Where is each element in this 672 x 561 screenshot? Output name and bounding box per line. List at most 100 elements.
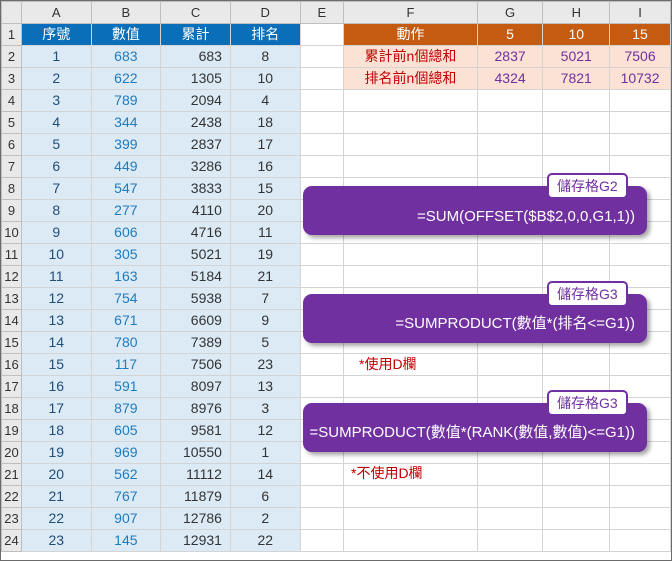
empty-cell[interactable] [343, 133, 478, 156]
table-header-cell[interactable]: 累計 [160, 23, 231, 46]
empty-cell[interactable] [542, 485, 611, 508]
table-cell[interactable]: 13 [20, 309, 92, 332]
empty-cell[interactable] [343, 529, 478, 552]
empty-cell[interactable] [299, 45, 345, 68]
table-header-cell[interactable]: 排名 [229, 23, 301, 46]
table-cell[interactable]: 1 [229, 441, 301, 464]
empty-cell[interactable] [476, 353, 544, 376]
table-cell[interactable]: 5 [20, 133, 92, 156]
empty-cell[interactable] [343, 507, 478, 530]
empty-cell[interactable] [343, 375, 478, 398]
table-cell[interactable]: 18 [229, 111, 301, 134]
table-cell[interactable]: 9581 [160, 419, 231, 442]
table-cell[interactable]: 2 [20, 67, 92, 90]
table-cell[interactable]: 277 [90, 199, 162, 222]
table-cell[interactable]: 5184 [160, 265, 231, 288]
empty-cell[interactable] [476, 89, 544, 112]
column-header-e[interactable]: E [299, 1, 345, 24]
table-cell[interactable]: 12 [20, 287, 92, 310]
table-header-cell[interactable]: 數值 [90, 23, 162, 46]
empty-cell[interactable] [476, 463, 544, 486]
table-cell[interactable]: 9 [20, 221, 92, 244]
empty-cell[interactable] [299, 155, 345, 178]
table-cell[interactable]: 907 [90, 507, 162, 530]
table-cell[interactable]: 683 [90, 45, 162, 68]
table-cell[interactable]: 2 [229, 507, 301, 530]
select-all-corner[interactable] [1, 1, 22, 24]
table-cell[interactable]: 754 [90, 287, 162, 310]
empty-cell[interactable] [299, 529, 345, 552]
summary-value-cell[interactable]: 7506 [609, 45, 671, 68]
summary-header-cell[interactable]: 15 [609, 23, 671, 46]
table-cell[interactable]: 11879 [160, 485, 231, 508]
table-header-cell[interactable]: 序號 [20, 23, 92, 46]
table-cell[interactable]: 18 [20, 419, 92, 442]
table-cell[interactable]: 11 [20, 265, 92, 288]
table-cell[interactable]: 14 [20, 331, 92, 354]
table-cell[interactable]: 12 [229, 419, 301, 442]
table-cell[interactable]: 5021 [160, 243, 231, 266]
table-cell[interactable]: 20 [20, 463, 92, 486]
empty-cell[interactable] [542, 111, 611, 134]
empty-cell[interactable] [343, 485, 478, 508]
summary-value-cell[interactable]: 4324 [476, 67, 544, 90]
empty-cell[interactable] [542, 133, 611, 156]
empty-cell[interactable] [476, 507, 544, 530]
column-header-c[interactable]: C [160, 1, 231, 24]
table-cell[interactable]: 11 [229, 221, 301, 244]
empty-cell[interactable] [609, 89, 671, 112]
table-cell[interactable]: 4110 [160, 199, 231, 222]
row-header-9[interactable]: 9 [1, 199, 22, 222]
table-cell[interactable]: 21 [229, 265, 301, 288]
table-cell[interactable]: 1 [20, 45, 92, 68]
table-cell[interactable]: 449 [90, 155, 162, 178]
empty-cell[interactable] [343, 265, 478, 288]
table-cell[interactable]: 20 [229, 199, 301, 222]
row-header-6[interactable]: 6 [1, 133, 22, 156]
table-cell[interactable]: 145 [90, 529, 162, 552]
table-cell[interactable]: 12931 [160, 529, 231, 552]
row-header-8[interactable]: 8 [1, 177, 22, 200]
row-header-15[interactable]: 15 [1, 331, 22, 354]
empty-cell[interactable] [609, 485, 671, 508]
row-header-4[interactable]: 4 [1, 89, 22, 112]
row-header-20[interactable]: 20 [1, 441, 22, 464]
row-header-21[interactable]: 21 [1, 463, 22, 486]
summary-value-cell[interactable]: 7821 [542, 67, 611, 90]
table-cell[interactable]: 13 [229, 375, 301, 398]
empty-cell[interactable] [299, 485, 345, 508]
table-cell[interactable]: 23 [20, 529, 92, 552]
table-cell[interactable]: 780 [90, 331, 162, 354]
table-cell[interactable]: 969 [90, 441, 162, 464]
table-cell[interactable]: 3833 [160, 177, 231, 200]
summary-row-label[interactable]: 排名前n個總和 [343, 67, 478, 90]
table-cell[interactable]: 9 [229, 309, 301, 332]
row-header-17[interactable]: 17 [1, 375, 22, 398]
empty-cell[interactable] [299, 89, 345, 112]
empty-cell[interactable] [299, 243, 345, 266]
empty-cell[interactable] [299, 67, 345, 90]
table-cell[interactable]: 5938 [160, 287, 231, 310]
table-cell[interactable]: 23 [229, 353, 301, 376]
table-cell[interactable]: 12786 [160, 507, 231, 530]
table-cell[interactable]: 399 [90, 133, 162, 156]
table-cell[interactable]: 3 [229, 397, 301, 420]
empty-cell[interactable] [542, 243, 611, 266]
row-header-18[interactable]: 18 [1, 397, 22, 420]
row-header-2[interactable]: 2 [1, 45, 22, 68]
table-cell[interactable]: 7389 [160, 331, 231, 354]
empty-cell[interactable] [476, 529, 544, 552]
table-cell[interactable]: 622 [90, 67, 162, 90]
table-cell[interactable]: 6 [20, 155, 92, 178]
table-cell[interactable]: 10 [229, 67, 301, 90]
empty-cell[interactable] [299, 375, 345, 398]
empty-cell[interactable] [343, 155, 478, 178]
table-cell[interactable]: 4 [229, 89, 301, 112]
row-header-10[interactable]: 10 [1, 221, 22, 244]
empty-cell[interactable] [609, 133, 671, 156]
summary-value-cell[interactable]: 2837 [476, 45, 544, 68]
table-cell[interactable]: 344 [90, 111, 162, 134]
table-cell[interactable]: 11112 [160, 463, 231, 486]
table-cell[interactable]: 305 [90, 243, 162, 266]
column-header-b[interactable]: B [90, 1, 162, 24]
